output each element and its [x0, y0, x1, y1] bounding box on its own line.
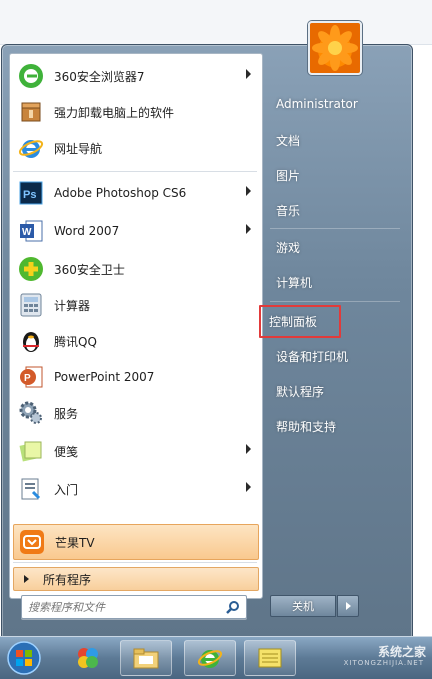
- user-avatar[interactable]: [308, 21, 362, 75]
- ie-icon: [197, 650, 223, 668]
- computer-link[interactable]: 计算机: [268, 269, 402, 295]
- pictures-link[interactable]: 图片: [268, 162, 402, 188]
- uninstall-box-icon: [16, 97, 46, 127]
- program-label: 腾讯QQ: [54, 334, 97, 349]
- program-360-browser[interactable]: 360安全浏览器7: [13, 58, 259, 94]
- submenu-arrow-icon[interactable]: [246, 69, 251, 79]
- taskbar-ie[interactable]: [184, 640, 236, 676]
- word-icon: W: [16, 216, 46, 246]
- shutdown-options-button[interactable]: [337, 595, 359, 617]
- watermark-url: XITONGZHIJIA.NET: [343, 659, 424, 667]
- folder-icon: [133, 648, 159, 669]
- colorful-flower-icon: [78, 648, 98, 668]
- windows-start-orb-icon[interactable]: [4, 640, 44, 676]
- desktop-background: [0, 0, 432, 45]
- program-360-safeguard[interactable]: 360安全卫士: [13, 251, 259, 287]
- qq-penguin-icon: [16, 326, 46, 356]
- 360-browser-icon: [16, 61, 46, 91]
- flower-icon: [312, 25, 358, 71]
- services-gear-icon: [16, 398, 46, 428]
- music-link[interactable]: 音乐: [268, 197, 402, 223]
- submenu-arrow-icon[interactable]: [246, 224, 251, 234]
- submenu-arrow-icon[interactable]: [246, 482, 251, 492]
- program-web-navigation[interactable]: 网址导航: [13, 130, 259, 166]
- program-powerpoint[interactable]: P PowerPoint 2007: [13, 359, 259, 395]
- program-services[interactable]: 服务: [13, 395, 259, 431]
- sticky-notes-icon: [16, 436, 46, 466]
- all-programs-separator: [13, 562, 257, 563]
- program-label: 芒果TV: [55, 535, 95, 550]
- program-label: Word 2007: [54, 224, 120, 238]
- games-link[interactable]: 游戏: [268, 234, 402, 260]
- program-label: 入门: [54, 482, 79, 497]
- search-input[interactable]: [28, 598, 214, 616]
- mango-tv-icon: [17, 527, 47, 557]
- program-uninstaller[interactable]: 强力卸载电脑上的软件: [13, 94, 259, 130]
- shutdown-button[interactable]: 关机: [270, 595, 336, 617]
- program-label: 强力卸载电脑上的软件: [54, 105, 175, 120]
- program-label: 360安全浏览器7: [54, 69, 145, 84]
- watermark-logo: 系统之家: [377, 645, 426, 659]
- program-getting-started[interactable]: 入门: [13, 471, 259, 507]
- taskbar: 系统之家 XITONGZHIJIA.NET: [0, 636, 432, 679]
- svg-text:Ps: Ps: [23, 189, 36, 201]
- documents-link[interactable]: 文档: [268, 127, 402, 153]
- svg-text:W: W: [22, 227, 32, 238]
- default-programs-link[interactable]: 默认程序: [268, 378, 402, 404]
- taskbar-app-colorful[interactable]: [62, 640, 114, 676]
- program-label: PowerPoint 2007: [54, 370, 155, 384]
- svg-text:P: P: [24, 373, 31, 384]
- program-sticky-notes[interactable]: 便笺: [13, 433, 259, 469]
- taskbar-file-explorer[interactable]: [120, 640, 172, 676]
- program-label: 网址导航: [54, 141, 103, 156]
- program-mango-tv[interactable]: 芒果TV: [13, 524, 259, 560]
- program-photoshop[interactable]: Ps Adobe Photoshop CS6: [13, 175, 259, 211]
- user-name-link[interactable]: Administrator: [268, 91, 402, 117]
- right-separator: [270, 301, 400, 302]
- pinned-separator: [13, 171, 257, 172]
- program-word[interactable]: W Word 2007: [13, 213, 259, 249]
- arrow-right-icon: [24, 575, 29, 583]
- calculator-icon: [16, 290, 46, 320]
- program-label: 服务: [54, 406, 79, 421]
- magnifier-icon[interactable]: [226, 600, 240, 614]
- program-label: 便笺: [54, 444, 79, 459]
- control-panel-link[interactable]: 控制面板: [259, 305, 341, 338]
- media-icon: [258, 648, 282, 668]
- submenu-arrow-icon[interactable]: [246, 186, 251, 196]
- all-programs-label: 所有程序: [43, 572, 92, 587]
- submenu-arrow-icon[interactable]: [246, 444, 251, 454]
- right-separator: [270, 228, 400, 229]
- program-label: 计算器: [54, 298, 91, 313]
- powerpoint-icon: P: [16, 362, 46, 392]
- program-label: 360安全卫士: [54, 262, 125, 277]
- program-calculator[interactable]: 计算器: [13, 287, 259, 323]
- devices-printers-link[interactable]: 设备和打印机: [268, 343, 402, 369]
- program-qq[interactable]: 腾讯QQ: [13, 323, 259, 359]
- getting-started-icon: [16, 474, 46, 504]
- search-box[interactable]: [21, 595, 247, 619]
- start-menu: 360安全浏览器7 强力卸载电脑上的软件 网址导航 Ps Adobe Photo…: [1, 21, 413, 638]
- taskbar-app-media[interactable]: [244, 640, 296, 676]
- ie-icon: [16, 133, 46, 163]
- program-label: Adobe Photoshop CS6: [54, 186, 187, 200]
- 360-safeguard-icon: [16, 254, 46, 284]
- photoshop-icon: Ps: [16, 178, 46, 208]
- all-programs-button[interactable]: 所有程序: [13, 567, 259, 591]
- help-support-link[interactable]: 帮助和支持: [268, 413, 402, 439]
- programs-pane: 360安全浏览器7 强力卸载电脑上的软件 网址导航 Ps Adobe Photo…: [9, 53, 263, 599]
